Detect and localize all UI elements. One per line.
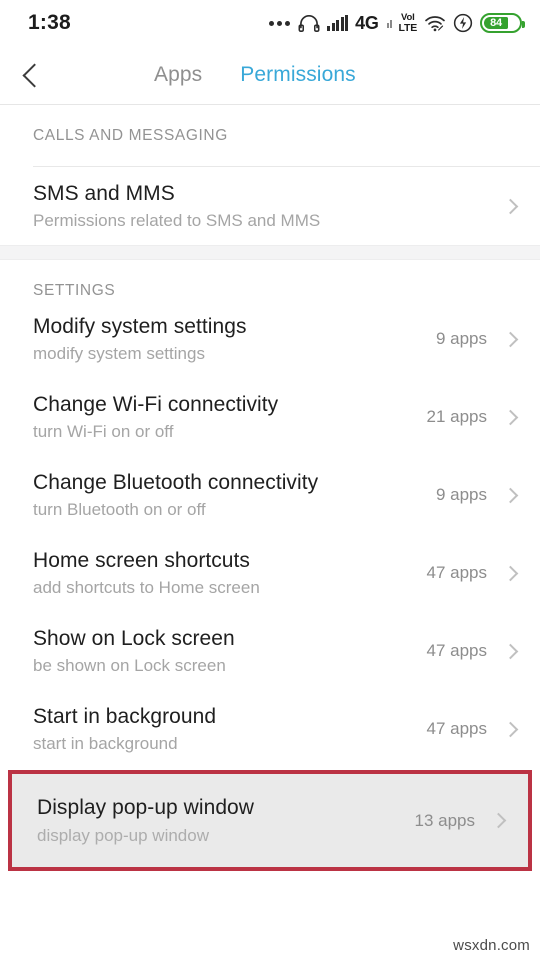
section-title-settings: SETTINGS bbox=[33, 282, 116, 299]
tab-apps[interactable]: Apps bbox=[154, 63, 202, 87]
app-header: Apps Permissions bbox=[0, 46, 540, 105]
status-time: 1:38 bbox=[28, 11, 71, 34]
volte-icon: VoI LTE bbox=[398, 13, 418, 34]
row-trailing: 47 apps bbox=[413, 641, 523, 661]
row-subtitle: be shown on Lock screen bbox=[33, 656, 226, 675]
header-tabs: Apps Permissions bbox=[154, 63, 356, 87]
row-trailing: 9 apps bbox=[422, 329, 522, 349]
row-subtitle: turn Wi-Fi on or off bbox=[33, 422, 174, 441]
row-trailing: 13 apps bbox=[401, 811, 511, 831]
status-icons-group: 4G VoI LTE 84 bbox=[269, 12, 525, 34]
volte-bottom-label: LTE bbox=[398, 21, 418, 34]
row-title: Display pop-up window bbox=[37, 796, 254, 820]
row-title: Change Wi-Fi connectivity bbox=[33, 392, 279, 416]
chevron-left-icon bbox=[22, 62, 47, 88]
row-title: Change Bluetooth connectivity bbox=[33, 470, 319, 494]
phone-screen: 1:38 4G VoI LTE 84 Apps Permissions CALL… bbox=[0, 0, 540, 956]
secondary-signal-icon bbox=[386, 18, 392, 28]
section-title-calls-and-messaging: CALLS AND MESSAGING bbox=[33, 127, 228, 144]
list-item-show-on-lock-screen[interactable]: Show on Lock screen be shown on Lock scr… bbox=[0, 612, 540, 690]
row-app-count: 9 apps bbox=[435, 329, 487, 348]
row-texts: Start in background start in background bbox=[33, 704, 413, 755]
wifi-icon bbox=[424, 14, 446, 32]
chevron-right-icon bbox=[502, 643, 519, 659]
row-texts: Show on Lock screen be shown on Lock scr… bbox=[33, 626, 413, 677]
row-subtitle: start in background bbox=[33, 734, 178, 753]
row-texts: Change Bluetooth connectivity turn Bluet… bbox=[33, 470, 422, 521]
list-item-modify-system-settings[interactable]: Modify system settings modify system set… bbox=[0, 300, 540, 378]
row-subtitle: turn Bluetooth on or off bbox=[33, 500, 206, 519]
chevron-right-icon bbox=[502, 487, 519, 503]
list-item-change-wifi-connectivity[interactable]: Change Wi-Fi connectivity turn Wi-Fi on … bbox=[0, 378, 540, 456]
chevron-right-icon bbox=[502, 198, 519, 214]
section-settings: SETTINGS Modify system settings modify s… bbox=[0, 260, 540, 871]
highlight-annotation-box: Display pop-up window display pop-up win… bbox=[8, 770, 532, 871]
row-title: Show on Lock screen bbox=[33, 626, 235, 650]
row-title: Home screen shortcuts bbox=[33, 548, 250, 572]
row-subtitle: add shortcuts to Home screen bbox=[33, 578, 260, 597]
chevron-right-icon bbox=[490, 812, 507, 829]
row-texts: Modify system settings modify system set… bbox=[33, 314, 422, 365]
row-title: SMS and MMS bbox=[33, 181, 175, 205]
chevron-right-icon bbox=[502, 565, 519, 581]
battery-icon: 84 bbox=[480, 13, 525, 33]
chevron-right-icon bbox=[502, 409, 519, 425]
row-texts: SMS and MMS Permissions related to SMS a… bbox=[33, 181, 473, 232]
permissions-list: CALLS AND MESSAGING SMS and MMS Permissi… bbox=[0, 105, 540, 871]
row-texts: Home screen shortcuts add shortcuts to H… bbox=[33, 548, 413, 599]
row-texts: Display pop-up window display pop-up win… bbox=[37, 795, 401, 846]
row-trailing: 47 apps bbox=[413, 719, 523, 739]
battery-level-label: 84 bbox=[490, 17, 502, 29]
list-item-start-in-background[interactable]: Start in background start in background … bbox=[0, 690, 540, 768]
row-title: Start in background bbox=[33, 704, 217, 728]
row-app-count: 47 apps bbox=[426, 563, 488, 582]
chevron-right-icon bbox=[502, 331, 519, 347]
list-item-display-pop-up-window[interactable]: Display pop-up window display pop-up win… bbox=[12, 774, 528, 867]
list-item-home-screen-shortcuts[interactable]: Home screen shortcuts add shortcuts to H… bbox=[0, 534, 540, 612]
row-app-count: 47 apps bbox=[426, 719, 488, 738]
row-subtitle: Permissions related to SMS and MMS bbox=[33, 211, 321, 230]
row-trailing bbox=[473, 198, 522, 214]
status-bar: 1:38 4G VoI LTE 84 bbox=[0, 0, 540, 46]
row-trailing: 47 apps bbox=[413, 563, 523, 583]
row-app-count: 9 apps bbox=[435, 485, 487, 504]
row-title: Modify system settings bbox=[33, 314, 247, 338]
row-texts: Change Wi-Fi connectivity turn Wi-Fi on … bbox=[33, 392, 413, 443]
network-type-label: 4G bbox=[355, 12, 379, 33]
row-subtitle: display pop-up window bbox=[37, 825, 209, 845]
row-trailing: 21 apps bbox=[413, 407, 523, 427]
tab-permissions[interactable]: Permissions bbox=[240, 63, 355, 87]
watermark: wsxdn.com bbox=[453, 937, 530, 954]
signal-bars-icon bbox=[327, 15, 349, 31]
section-separator bbox=[0, 245, 540, 260]
row-app-count: 47 apps bbox=[426, 641, 488, 660]
chevron-right-icon bbox=[502, 721, 519, 737]
headphones-icon bbox=[298, 14, 320, 32]
more-dots-icon bbox=[269, 20, 291, 26]
row-trailing: 9 apps bbox=[422, 485, 522, 505]
list-item-change-bluetooth-connectivity[interactable]: Change Bluetooth connectivity turn Bluet… bbox=[0, 456, 540, 534]
section-calls-and-messaging: CALLS AND MESSAGING SMS and MMS Permissi… bbox=[0, 105, 540, 245]
row-subtitle: modify system settings bbox=[33, 344, 205, 363]
row-app-count: 21 apps bbox=[426, 407, 488, 426]
list-item-sms-and-mms[interactable]: SMS and MMS Permissions related to SMS a… bbox=[0, 167, 540, 245]
back-button[interactable] bbox=[0, 46, 64, 105]
row-app-count: 13 apps bbox=[414, 810, 476, 830]
flash-icon bbox=[453, 13, 473, 33]
